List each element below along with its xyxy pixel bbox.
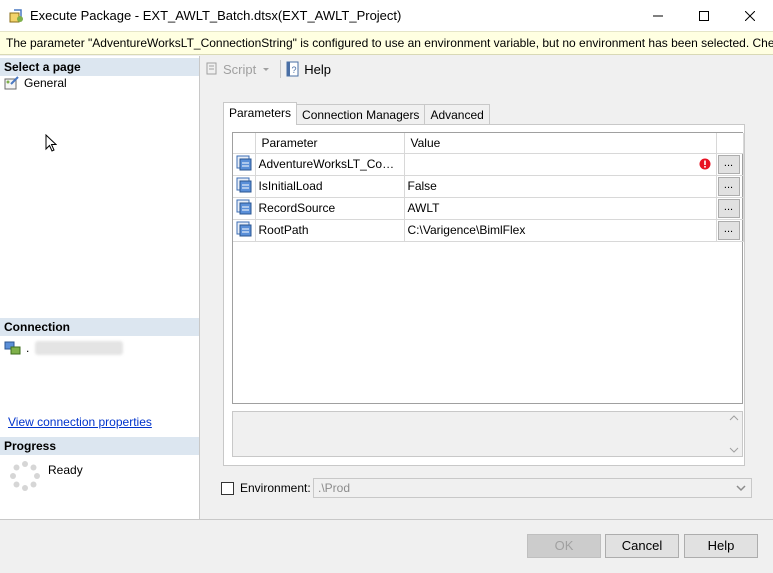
page-icon [4, 76, 19, 90]
page-item-general[interactable]: General [4, 76, 67, 90]
ellipsis-button[interactable]: ... [717, 154, 740, 174]
connection-server: . [26, 341, 30, 355]
maximize-button[interactable] [681, 0, 727, 31]
parameter-value-text: AWLT [407, 201, 440, 215]
ellipsis-cell: ... [716, 219, 744, 242]
cancel-button[interactable]: Cancel [605, 534, 679, 558]
parameter-name-cell[interactable]: RootPath [255, 219, 405, 242]
help-toolbar-button[interactable]: ? Help [285, 61, 331, 77]
environment-row: Environment: .\Prod [221, 477, 753, 499]
ellipsis-cell: ... [716, 197, 744, 220]
help-toolbar-label: Help [304, 61, 331, 77]
chevron-down-icon [736, 485, 746, 492]
ellipsis-button[interactable]: ... [717, 220, 740, 240]
table-row[interactable]: RecordSource AWLT... [233, 197, 744, 220]
parameter-icon-cell [233, 219, 256, 242]
mouse-cursor-icon [45, 134, 57, 152]
package-icon [9, 8, 23, 22]
connection-header: Connection [0, 318, 199, 336]
parameter-icon-cell [233, 153, 256, 176]
parameter-name-cell[interactable]: IsInitialLoad [255, 175, 405, 198]
parameter-value-cell[interactable]: C:\Varigence\BimlFlex [404, 219, 717, 242]
view-connection-properties-link[interactable]: View connection properties [8, 415, 152, 429]
parameters-grid: Parameter Value AdventureWorksLT_Conne..… [232, 132, 744, 404]
parameter-icon [236, 199, 252, 214]
script-icon [206, 62, 217, 75]
select-page-header: Select a page [0, 58, 199, 76]
close-icon [745, 10, 755, 21]
left-panel: Select a page General Connection . View … [0, 56, 200, 519]
window-title: Execute Package - EXT_AWLT_Batch.dtsx(EX… [30, 8, 402, 23]
ok-button[interactable]: OK [527, 534, 601, 558]
spinner-icon [10, 461, 40, 491]
warning-message: The parameter "AdventureWorksLT_Connecti… [0, 31, 773, 55]
parameter-name-cell[interactable]: AdventureWorksLT_Conne... [255, 153, 405, 176]
grid-header-button [716, 133, 744, 154]
grid-header-icon [233, 133, 256, 154]
ellipsis-button[interactable]: ... [717, 176, 740, 196]
description-box [232, 411, 743, 457]
tab-connection-managers[interactable]: Connection Managers [296, 104, 426, 125]
parameter-value-cell[interactable] [404, 153, 717, 176]
help-button[interactable]: Help [684, 534, 758, 558]
dialog-button-bar: OK Cancel Help [0, 519, 773, 573]
svg-text:?: ? [292, 65, 297, 75]
environment-label: Environment: [240, 481, 311, 495]
error-icon [699, 158, 711, 173]
minimize-icon [653, 15, 663, 16]
progress-status: Ready [48, 463, 83, 477]
environment-selected-value: .\Prod [318, 481, 351, 495]
progress-indicator: Ready [10, 461, 83, 491]
parameter-value-text: False [407, 179, 437, 193]
toolbar-separator [280, 60, 282, 78]
parameter-icon [236, 221, 252, 236]
script-label: Script [223, 61, 257, 77]
help-icon: ? [286, 61, 299, 77]
environment-checkbox[interactable] [221, 481, 234, 495]
table-row[interactable]: AdventureWorksLT_Conne...... [233, 153, 744, 176]
description-scrollbar[interactable] [728, 414, 740, 454]
table-row[interactable]: IsInitialLoad False... [233, 175, 744, 198]
close-button[interactable] [727, 0, 773, 31]
parameter-value-cell[interactable]: False [404, 175, 717, 198]
ellipsis-button[interactable]: ... [717, 198, 740, 218]
table-row[interactable]: RootPath C:\Varigence\BimlFlex... [233, 219, 744, 242]
parameter-icon [236, 177, 252, 192]
parameter-value-text: C:\Varigence\BimlFlex [407, 223, 526, 237]
ellipsis-cell: ... [716, 175, 744, 198]
chevron-up-icon [729, 415, 739, 421]
parameter-icon-cell [233, 197, 256, 220]
parameters-tab-content: Parameter Value AdventureWorksLT_Conne..… [223, 124, 745, 466]
connection-item: . [4, 340, 124, 356]
script-button[interactable]: Script [204, 61, 272, 77]
server-connection-icon [4, 341, 21, 355]
chevron-down-icon [263, 68, 270, 71]
parameter-icon-cell [233, 175, 256, 198]
chevron-down-icon [729, 447, 739, 453]
parameter-name-cell[interactable]: RecordSource [255, 197, 405, 220]
page-item-label: General [24, 76, 67, 90]
tab-advanced[interactable]: Advanced [424, 104, 490, 125]
column-header-value[interactable]: Value [404, 133, 717, 154]
toolbar: Script ? Help [201, 56, 773, 82]
tab-parameters[interactable]: Parameters [223, 102, 298, 125]
environment-select[interactable]: .\Prod [313, 478, 752, 498]
redacted-server-name [35, 341, 124, 355]
minimize-button[interactable] [635, 0, 681, 31]
grid-header-row: Parameter Value [233, 133, 744, 154]
main-panel: Script ? Help Parameters Connection Mana… [201, 56, 773, 519]
column-header-parameter[interactable]: Parameter [255, 133, 405, 154]
tab-strip: Parameters Connection Managers Advanced [223, 102, 490, 125]
parameter-value-cell[interactable]: AWLT [404, 197, 717, 220]
ellipsis-cell: ... [716, 153, 744, 176]
maximize-icon [699, 10, 709, 21]
title-bar: Execute Package - EXT_AWLT_Batch.dtsx(EX… [0, 0, 773, 31]
progress-header: Progress [0, 437, 199, 455]
parameter-icon [236, 155, 252, 170]
